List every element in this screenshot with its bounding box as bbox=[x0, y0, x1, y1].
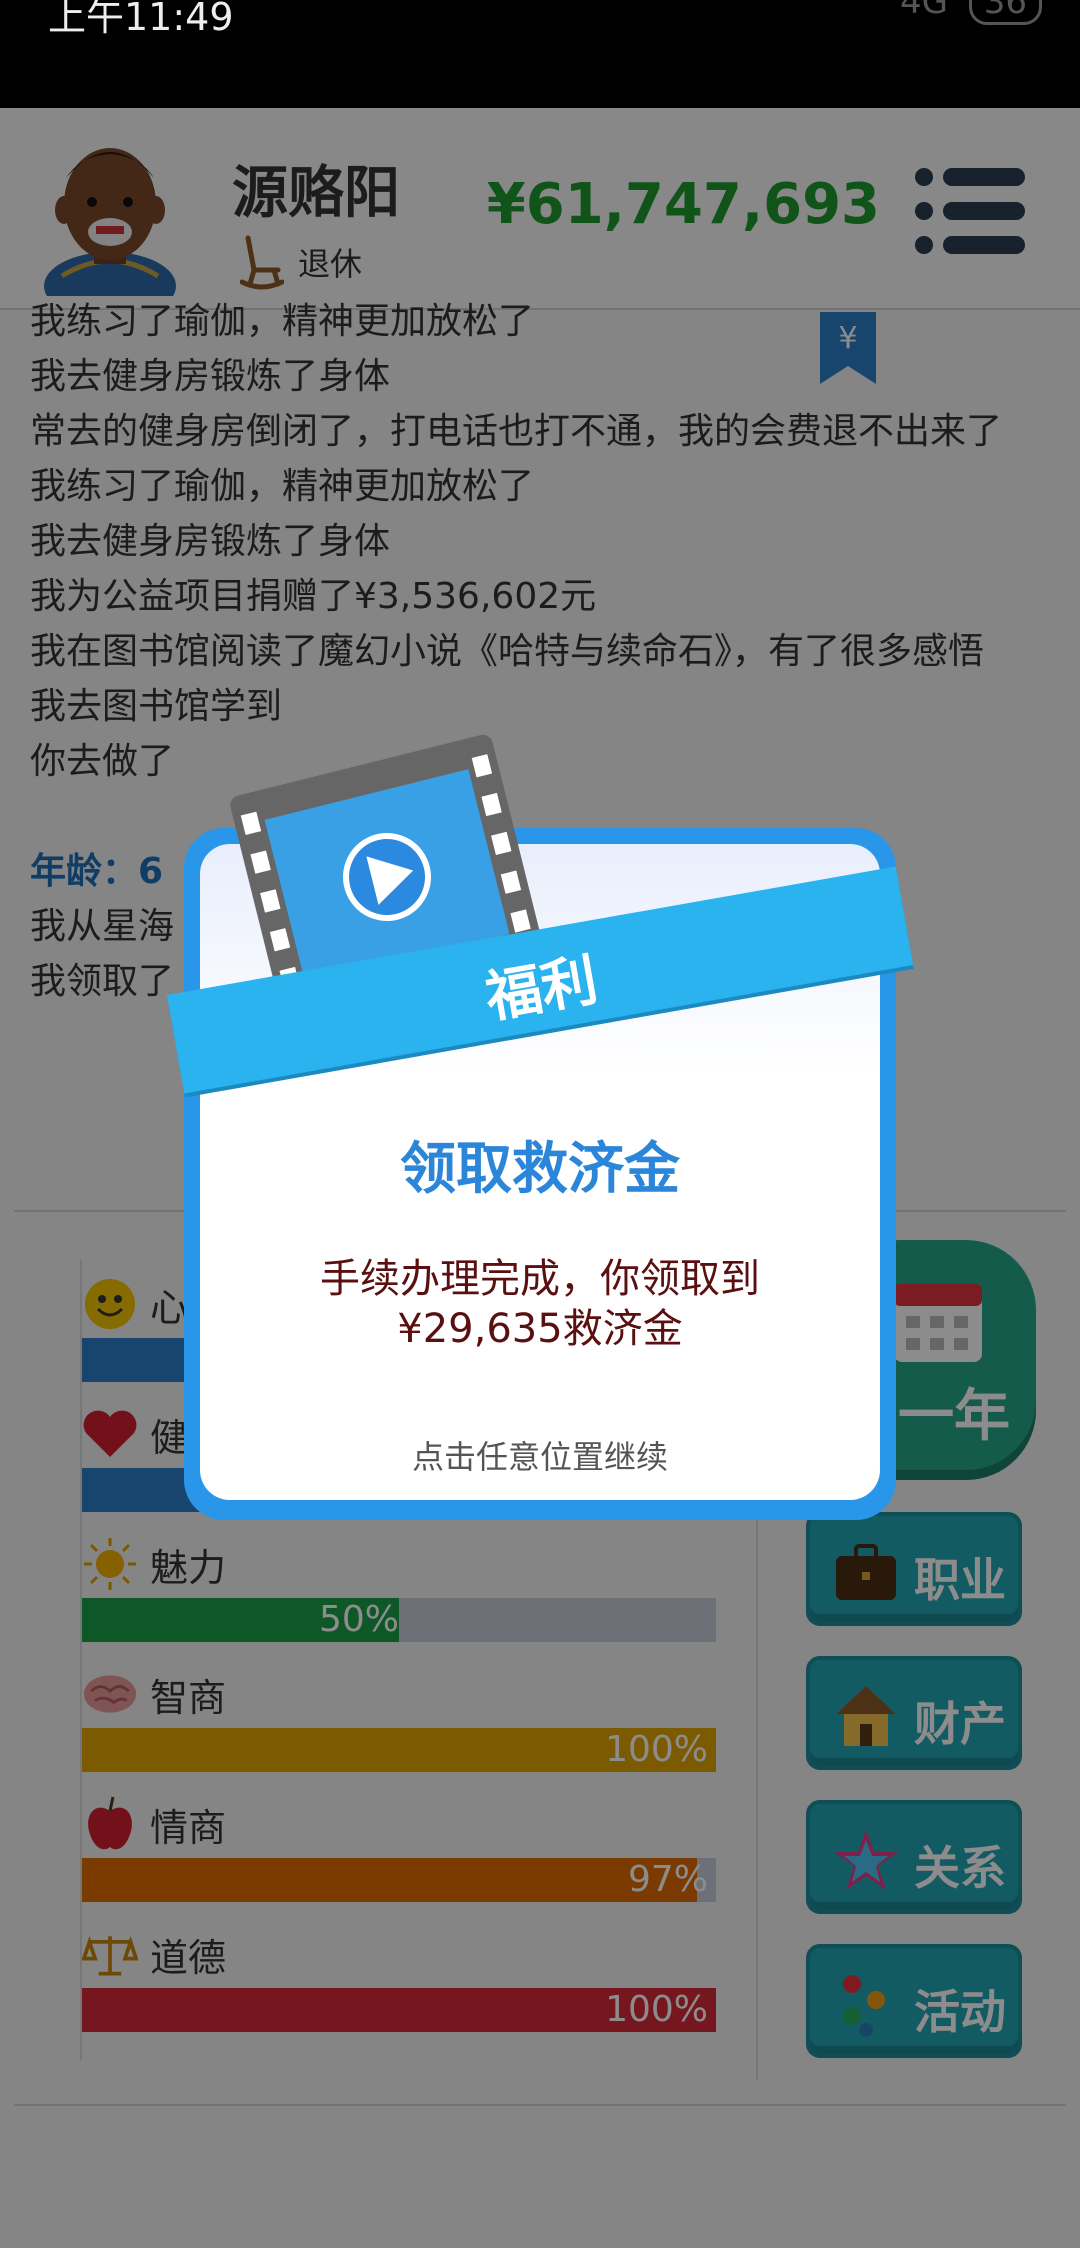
status-right: 4G 36 bbox=[899, 0, 1042, 25]
status-time: 上午11:49 bbox=[48, 0, 234, 39]
dialog-title: 领取救济金 bbox=[400, 1137, 680, 1202]
network-indicator: 4G bbox=[899, 0, 948, 22]
dialog-message: 手续办理完成，你领取到¥29,635救济金 bbox=[320, 1256, 760, 1352]
status-bar: 上午11:49 4G 36 bbox=[0, 0, 1080, 108]
battery-indicator: 36 bbox=[968, 0, 1042, 25]
dialog-hint[interactable]: 点击任意位置继续 bbox=[184, 1432, 896, 1478]
